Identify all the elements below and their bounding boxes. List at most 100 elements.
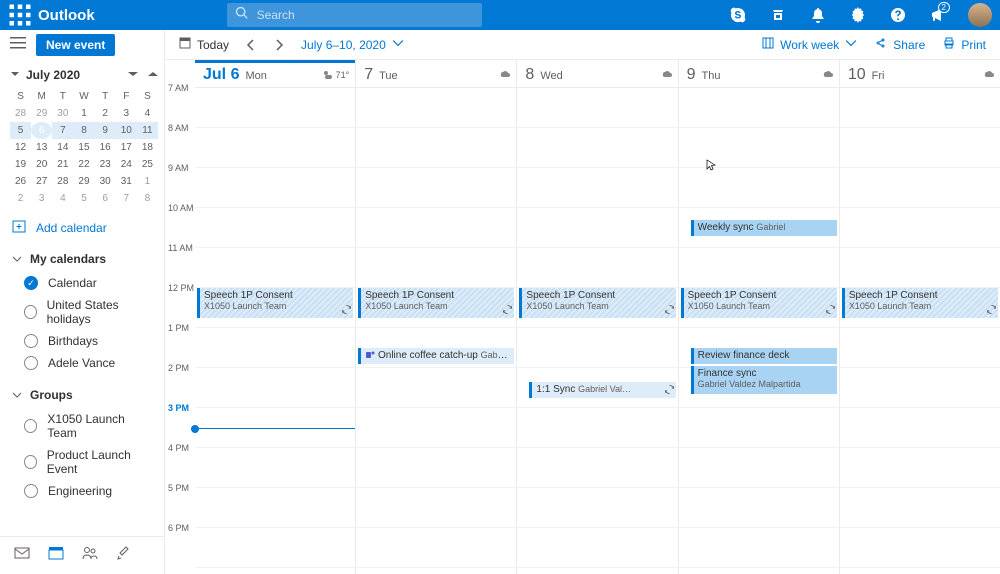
mini-cal-prev[interactable] (128, 68, 138, 82)
chevron-down-icon[interactable] (10, 68, 20, 82)
day-column[interactable]: Jul 6Mon71°Speech 1P ConsentX1050 Launch… (195, 60, 355, 574)
publish-icon[interactable] (764, 0, 792, 30)
mini-cal-day[interactable]: 5 (73, 190, 94, 207)
calendar-event[interactable]: Speech 1P ConsentX1050 Launch Team (681, 288, 837, 318)
calendar-toggle[interactable] (24, 419, 37, 433)
mini-cal-day[interactable]: 15 (73, 139, 94, 156)
calendar-event[interactable]: Speech 1P ConsentX1050 Launch Team (358, 288, 514, 318)
share-button[interactable]: Share (875, 37, 925, 52)
view-selector[interactable]: Work week (762, 37, 857, 52)
mini-cal-day[interactable]: 7 (116, 190, 137, 207)
mini-cal-day[interactable]: 4 (137, 105, 158, 122)
avatar[interactable] (968, 3, 992, 27)
mini-cal-day[interactable]: 1 (137, 173, 158, 190)
prev-week-button[interactable] (245, 39, 257, 51)
app-launcher-icon[interactable] (8, 3, 32, 27)
date-range-picker[interactable]: July 6–10, 2020 (301, 37, 404, 52)
mini-cal-day[interactable]: 1 (73, 105, 94, 122)
mini-cal-day[interactable]: 18 (137, 139, 158, 156)
add-calendar-link[interactable]: Add calendar (0, 213, 164, 242)
mini-cal-day[interactable]: 27 (31, 173, 52, 190)
calendar-toggle[interactable] (24, 334, 38, 348)
mini-cal-day[interactable]: 9 (95, 122, 116, 139)
calendar-toggle[interactable] (24, 276, 38, 290)
mini-cal-day[interactable]: 10 (116, 122, 137, 139)
calendar-icon[interactable] (48, 545, 64, 566)
calendar-event[interactable]: Weekly sync Gabriel (691, 220, 837, 236)
gear-icon[interactable] (844, 0, 872, 30)
mini-cal-day[interactable]: 24 (116, 156, 137, 173)
next-week-button[interactable] (273, 39, 285, 51)
mini-cal-day[interactable]: 8 (137, 190, 158, 207)
mini-cal-day[interactable]: 16 (95, 139, 116, 156)
mini-cal-day[interactable]: 26 (10, 173, 31, 190)
mini-cal-day[interactable]: 22 (73, 156, 94, 173)
mini-cal-day[interactable]: 25 (137, 156, 158, 173)
calendar-toggle[interactable] (24, 356, 38, 370)
mini-cal-day[interactable]: 20 (31, 156, 52, 173)
weather-icon[interactable] (660, 66, 672, 78)
calendar-list-item[interactable]: Adele Vance (0, 352, 164, 374)
calendar-event[interactable]: Finance syncGabriel Valdez Malpartida (691, 366, 837, 394)
calendar-toggle[interactable] (24, 484, 38, 498)
weather-icon[interactable] (982, 66, 994, 78)
mini-cal-day[interactable]: 29 (73, 173, 94, 190)
calendar-toggle[interactable] (24, 305, 37, 319)
search-box[interactable] (227, 3, 482, 27)
calendar-event[interactable]: Online coffee catch-up Gabriel Valdez Ma… (358, 348, 514, 364)
day-column[interactable]: 8WedSpeech 1P ConsentX1050 Launch Team1:… (516, 60, 677, 574)
calendar-list-item[interactable]: X1050 Launch Team (0, 408, 164, 444)
mail-icon[interactable] (14, 545, 30, 566)
weather-icon[interactable] (821, 66, 833, 78)
calendar-list-item[interactable]: Product Launch Event (0, 444, 164, 480)
calendar-toggle[interactable] (24, 455, 37, 469)
mini-cal-day[interactable]: 17 (116, 139, 137, 156)
help-icon[interactable] (884, 0, 912, 30)
today-button[interactable]: Today (179, 37, 229, 52)
calendar-list-item[interactable]: Calendar (0, 272, 164, 294)
print-button[interactable]: Print (943, 37, 986, 52)
mini-cal-day[interactable]: 31 (116, 173, 137, 190)
mini-cal-day[interactable]: 6 (95, 190, 116, 207)
calendar-event[interactable]: Review finance deck (691, 348, 837, 364)
weather-icon[interactable]: 71° (322, 69, 350, 81)
sidebar-section-header[interactable]: Groups (0, 382, 164, 408)
mini-cal-day[interactable]: 11 (137, 122, 158, 139)
people-icon[interactable] (82, 545, 98, 566)
calendar-list-item[interactable]: Engineering (0, 480, 164, 502)
mini-cal-day[interactable]: 13 (31, 139, 52, 156)
day-column[interactable]: 7TueSpeech 1P ConsentX1050 Launch Team O… (355, 60, 516, 574)
mini-cal-day[interactable]: 3 (31, 190, 52, 207)
day-column[interactable]: 9ThuSpeech 1P ConsentX1050 Launch TeamWe… (678, 60, 839, 574)
mini-cal-day[interactable]: 3 (116, 105, 137, 122)
mini-cal-day[interactable]: 28 (10, 105, 31, 122)
weather-icon[interactable] (498, 66, 510, 78)
mini-cal-day[interactable]: 30 (52, 105, 73, 122)
skype-icon[interactable] (724, 0, 752, 30)
mini-cal-day[interactable]: 4 (52, 190, 73, 207)
mini-cal-day[interactable]: 6 (31, 122, 52, 139)
calendar-list-item[interactable]: United States holidays (0, 294, 164, 330)
mini-cal-day[interactable]: 12 (10, 139, 31, 156)
mini-cal-day[interactable]: 7 (52, 122, 73, 139)
hamburger-icon[interactable] (10, 35, 26, 56)
mini-cal-day[interactable]: 8 (73, 122, 94, 139)
sidebar-section-header[interactable]: My calendars (0, 246, 164, 272)
new-event-button[interactable]: New event (36, 34, 115, 56)
calendar-event[interactable]: 1:1 Sync Gabriel Val… (529, 382, 675, 398)
bell-icon[interactable] (804, 0, 832, 30)
mini-cal-day[interactable]: 21 (52, 156, 73, 173)
calendar-event[interactable]: Speech 1P ConsentX1050 Launch Team (197, 288, 353, 318)
megaphone-icon[interactable]: 2 (924, 0, 952, 30)
calendar-event[interactable]: Speech 1P ConsentX1050 Launch Team (519, 288, 675, 318)
mini-cal-day[interactable]: 28 (52, 173, 73, 190)
search-input[interactable] (257, 8, 474, 22)
mini-cal-day[interactable]: 29 (31, 105, 52, 122)
mini-cal-day[interactable]: 2 (10, 190, 31, 207)
calendar-list-item[interactable]: Birthdays (0, 330, 164, 352)
mini-cal-day[interactable]: 5 (10, 122, 31, 139)
mini-cal-day[interactable]: 23 (95, 156, 116, 173)
mini-cal-day[interactable]: 19 (10, 156, 31, 173)
day-column[interactable]: 10FriSpeech 1P ConsentX1050 Launch Team (839, 60, 1000, 574)
mini-cal-day[interactable]: 30 (95, 173, 116, 190)
